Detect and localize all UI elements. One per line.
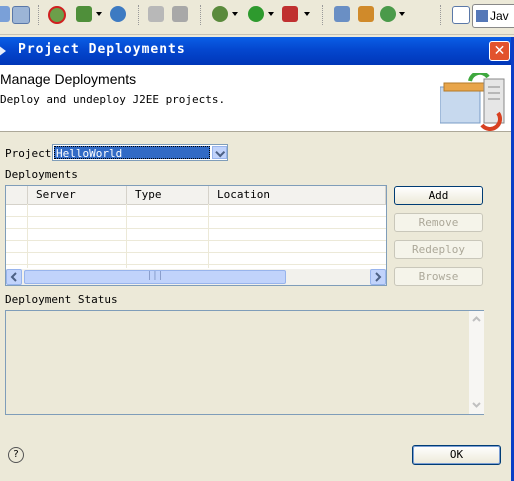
close-button[interactable]: ✕ [489,41,510,61]
java-perspective-button[interactable]: Jav [472,4,514,28]
chevron-down-icon[interactable] [399,12,405,16]
horizontal-scrollbar[interactable]: ||| [6,269,386,285]
new-class-icon[interactable] [358,6,374,22]
deployments-table[interactable]: Server Type Location ||| [5,185,387,286]
chevron-right-icon [375,272,382,282]
ok-button[interactable]: OK [412,445,501,465]
redeploy-button[interactable]: Redeploy [394,240,483,259]
run-icon[interactable] [248,6,264,22]
column-divider [126,204,127,268]
external-tools-icon[interactable] [282,6,298,22]
new-package-icon[interactable] [334,6,350,22]
new-server-icon[interactable] [76,6,92,22]
column-header-location[interactable]: Location [209,186,386,204]
table-row[interactable] [6,217,386,229]
table-header: Server Type Location [6,186,386,205]
open-resource-icon[interactable] [172,6,188,22]
chevron-down-icon[interactable] [304,12,310,16]
column-divider [27,204,28,268]
scroll-right-button[interactable] [370,269,386,285]
chevron-up-icon[interactable] [471,314,482,325]
new-java-project-icon[interactable] [380,6,396,22]
deployments-label: Deployments [5,168,78,181]
debug-icon[interactable] [212,6,228,22]
dialog-title: Project Deployments [18,42,186,57]
add-button[interactable]: Add [394,186,483,205]
toolbar-separator [440,5,443,25]
chevron-down-icon[interactable] [268,12,274,16]
table-row[interactable] [6,229,386,241]
table-row[interactable] [6,205,386,217]
deploy-banner-icon [440,73,505,131]
search-icon[interactable] [12,6,30,24]
remove-button[interactable]: Remove [394,213,483,232]
dialog-icon [0,45,6,57]
column-divider [208,204,209,268]
toolbar-icon-cut-off[interactable] [0,6,10,22]
chevron-down-icon[interactable] [96,12,102,16]
chevron-down-icon[interactable] [232,12,238,16]
browse-button[interactable]: Browse [394,267,483,286]
column-header-server[interactable]: Server [28,186,127,204]
deployment-status-textarea[interactable] [5,310,484,415]
table-row[interactable] [6,241,386,253]
deployment-status-label: Deployment Status [5,293,118,306]
chevron-left-icon [10,272,17,282]
column-header-type[interactable]: Type [127,186,209,204]
toolbar-separator [322,5,325,25]
project-label: Project [5,147,52,160]
chevron-down-icon[interactable] [212,146,227,159]
scroll-thumb[interactable]: ||| [24,270,286,284]
dialog-titlebar[interactable]: Project Deployments ✕ [0,37,511,65]
dialog-header: Manage Deployments Deploy and undeploy J… [0,65,511,132]
project-deployments-dialog: Project Deployments ✕ Manage Deployments… [0,37,514,481]
header-title: Manage Deployments [0,71,137,87]
project-select[interactable]: HelloWorld [52,144,228,161]
open-perspective-icon[interactable] [452,6,470,24]
close-icon: ✕ [493,43,506,59]
chevron-down-icon[interactable] [471,399,482,410]
open-type-icon[interactable] [148,6,164,22]
toolbar-separator [200,5,203,25]
header-description: Deploy and undeploy J2EE projects. [0,93,226,106]
eclipse-toolbar: Jav [0,0,514,35]
scroll-left-button[interactable] [6,269,22,285]
project-select-value: HelloWorld [54,146,210,160]
toolbar-separator [38,5,41,25]
globe-icon[interactable] [110,6,126,22]
help-icon[interactable]: ? [8,447,24,463]
perspective-label: Jav [490,9,509,23]
toolbar-separator [138,5,141,25]
column-header-blank[interactable] [6,186,28,204]
refresh-icon[interactable] [48,6,66,24]
vertical-scrollbar[interactable] [469,311,484,414]
table-row[interactable] [6,253,386,265]
java-perspective-icon [476,10,488,22]
